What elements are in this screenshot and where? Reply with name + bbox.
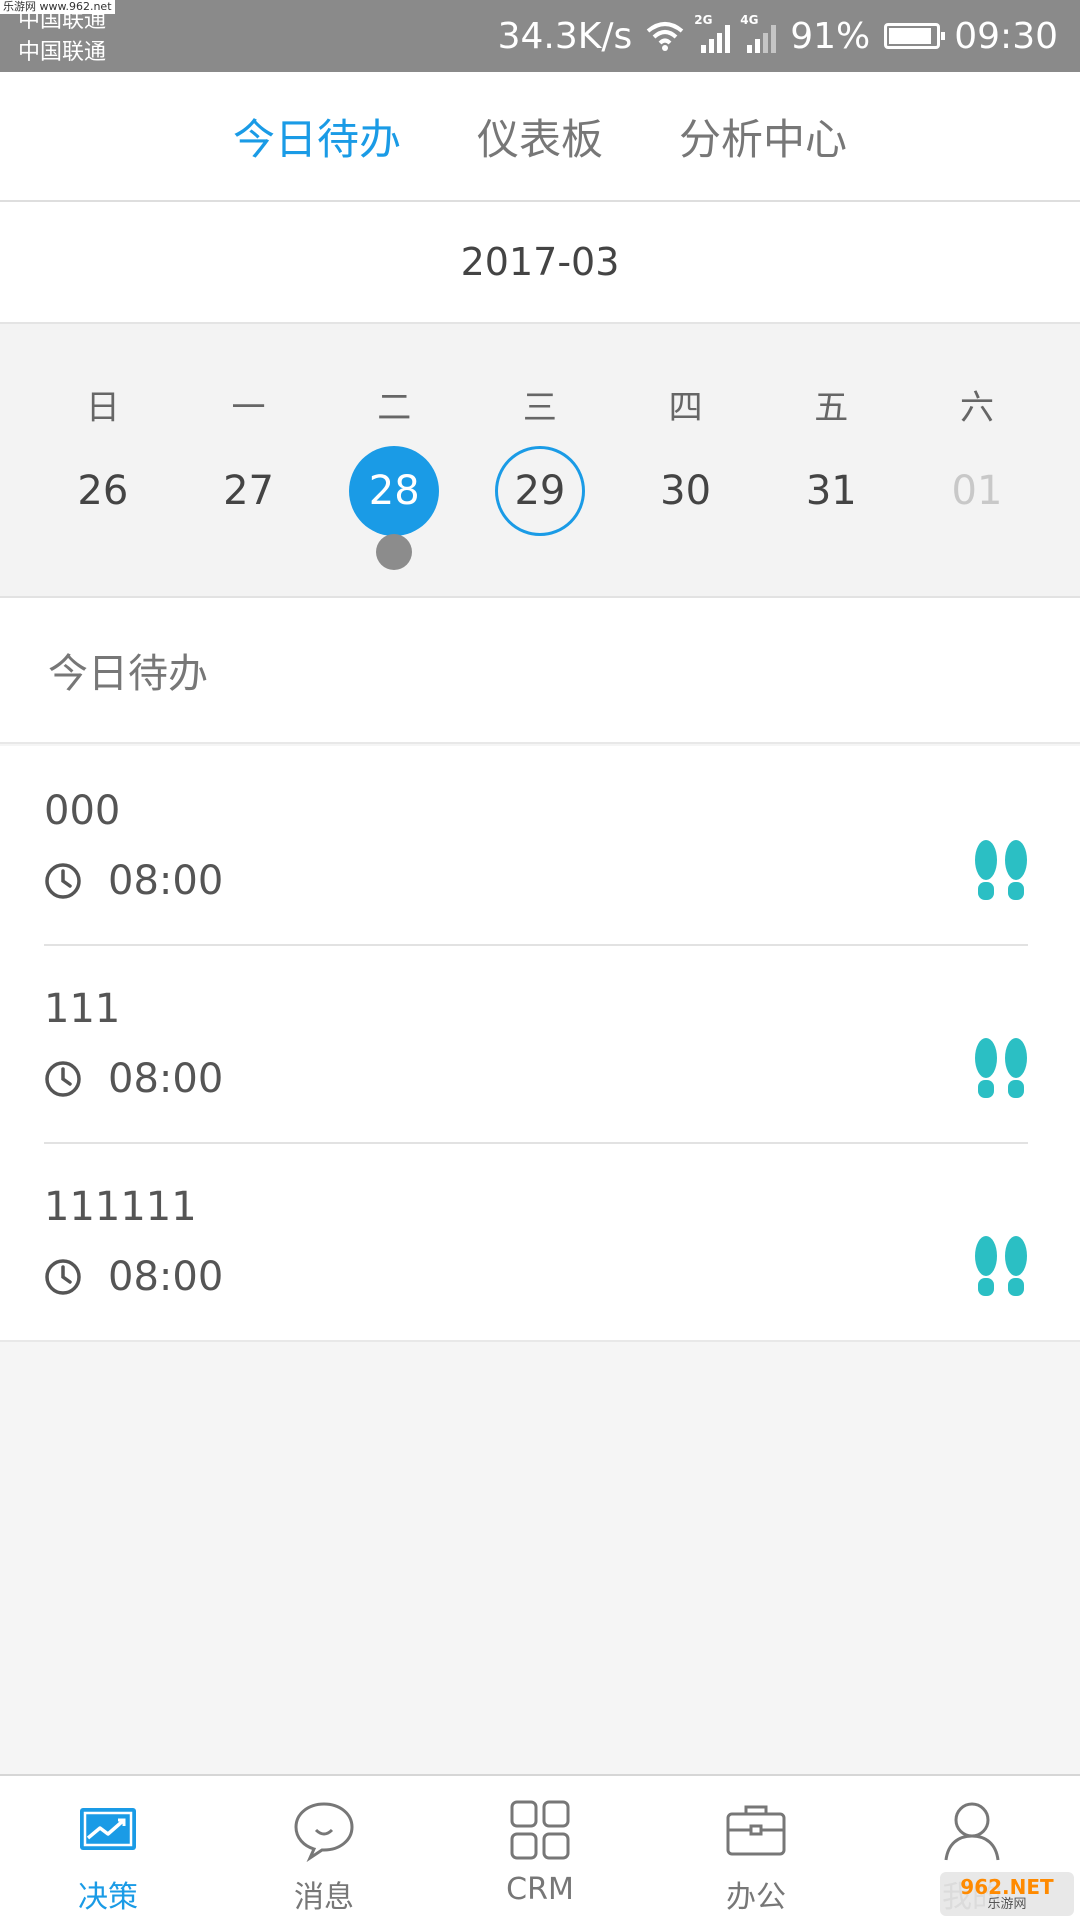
- grid-icon: [510, 1800, 570, 1860]
- site-logo-watermark: 962.NET 乐游网: [940, 1872, 1074, 1916]
- tab-dashboard[interactable]: 仪表板: [477, 106, 603, 167]
- clock-icon: [45, 1259, 81, 1295]
- net-speed: 34.3K/s: [497, 15, 633, 57]
- task-item[interactable]: 111111 08:00: [0, 1142, 1080, 1340]
- day-number: 28: [349, 446, 440, 536]
- logo-line-2: 乐游网: [987, 1897, 1027, 1912]
- weekday-header: 日 一 二 三 四 五 六: [30, 380, 1050, 429]
- bottom-nav: 决策 消息 CRM 办公 我的: [0, 1774, 1080, 1920]
- tab-analysis-center[interactable]: 分析中心: [679, 106, 847, 167]
- status-bar: 中国联通 中国联通 乐游网 www.962.net 34.3K/s 2G 4G …: [0, 0, 1080, 72]
- nav-office[interactable]: 办公: [648, 1776, 864, 1920]
- weekday-label: 一: [231, 388, 266, 428]
- event-dot: [376, 534, 413, 570]
- footprints-icon[interactable]: [972, 1234, 1030, 1298]
- weekday-label: 五: [814, 388, 849, 428]
- day-number: 29: [494, 446, 585, 536]
- weekday-label: 六: [959, 388, 994, 428]
- day-number: 01: [951, 468, 1003, 514]
- month-label: 2017-03: [460, 240, 620, 284]
- clock-icon: [45, 863, 81, 899]
- day-cell[interactable]: 27: [176, 446, 322, 538]
- chat-icon: [294, 1802, 354, 1862]
- nav-label: 决策: [78, 1880, 138, 1915]
- wifi-icon: [646, 22, 684, 51]
- clock-icon: [45, 1061, 81, 1097]
- footprints-icon[interactable]: [972, 1036, 1030, 1100]
- task-title: 111111: [44, 1184, 197, 1230]
- day-cell-selected[interactable]: 28: [321, 446, 467, 570]
- section-title: 今日待办: [0, 598, 1080, 744]
- battery-percent: 91%: [790, 15, 871, 57]
- signal-2-icon: 4G: [740, 13, 777, 53]
- battery-icon: [884, 23, 946, 49]
- nav-crm[interactable]: CRM: [432, 1776, 648, 1920]
- day-number: 27: [223, 468, 274, 514]
- tab-today-todo[interactable]: 今日待办: [233, 106, 401, 167]
- month-selector[interactable]: 2017-03: [0, 202, 1080, 324]
- logo-line-1: 962.NET: [960, 1875, 1054, 1899]
- task-item[interactable]: 111 08:00: [0, 944, 1080, 1142]
- chart-icon: [80, 1808, 136, 1850]
- signal-1-icon: 2G: [694, 13, 731, 53]
- signal-2-tag: 4G: [740, 13, 759, 27]
- task-time-row: 08:00: [44, 1056, 223, 1102]
- day-number: 31: [805, 468, 857, 514]
- task-list: 000 08:00 111 08:00 111111 08:00: [0, 746, 1080, 1342]
- weekday-label: 三: [522, 388, 557, 428]
- top-tab-bar: 今日待办 仪表板 分析中心: [0, 72, 1080, 202]
- person-icon: [944, 1802, 1000, 1861]
- nav-decision[interactable]: 决策: [0, 1776, 216, 1920]
- task-item[interactable]: 000 08:00: [0, 746, 1080, 944]
- task-time: 08:00: [108, 1056, 224, 1102]
- day-row: 26 27 28 29 30 31 01: [30, 446, 1050, 570]
- task-time-row: 08:00: [44, 858, 223, 904]
- week-calendar: 日 一 二 三 四 五 六 26 27 28 29 30 31 01: [0, 324, 1080, 598]
- day-cell-today[interactable]: 29: [467, 446, 613, 538]
- weekday-label: 二: [377, 388, 412, 428]
- task-time-row: 08:00: [44, 1254, 223, 1300]
- nav-messages[interactable]: 消息: [216, 1776, 432, 1920]
- footprints-icon[interactable]: [972, 838, 1030, 902]
- nav-label: 消息: [294, 1880, 354, 1915]
- day-cell-next-month[interactable]: 01: [904, 446, 1050, 538]
- day-number: 26: [77, 468, 129, 514]
- site-watermark: 乐游网 www.962.net: [0, 0, 115, 14]
- day-cell[interactable]: 31: [758, 446, 904, 538]
- clock-time: 09:30: [954, 15, 1058, 57]
- task-time: 08:00: [108, 1254, 224, 1300]
- day-cell[interactable]: 26: [30, 446, 176, 538]
- nav-label: 办公: [726, 1880, 786, 1915]
- task-time: 08:00: [108, 858, 224, 904]
- task-title: 000: [44, 788, 121, 834]
- day-number: 30: [660, 468, 712, 514]
- status-indicators: 34.3K/s 2G 4G 91% 09:30: [498, 0, 1058, 72]
- app-screen: 中国联通 中国联通 乐游网 www.962.net 34.3K/s 2G 4G …: [0, 0, 1080, 1920]
- signal-1-tag: 2G: [694, 13, 713, 27]
- carrier-2: 中国联通: [18, 40, 107, 65]
- briefcase-icon: [726, 1805, 786, 1856]
- nav-label: CRM: [506, 1872, 574, 1907]
- weekday-label: 日: [85, 388, 120, 428]
- day-cell[interactable]: 30: [613, 446, 759, 538]
- weekday-label: 四: [668, 388, 703, 428]
- task-title: 111: [44, 986, 121, 1032]
